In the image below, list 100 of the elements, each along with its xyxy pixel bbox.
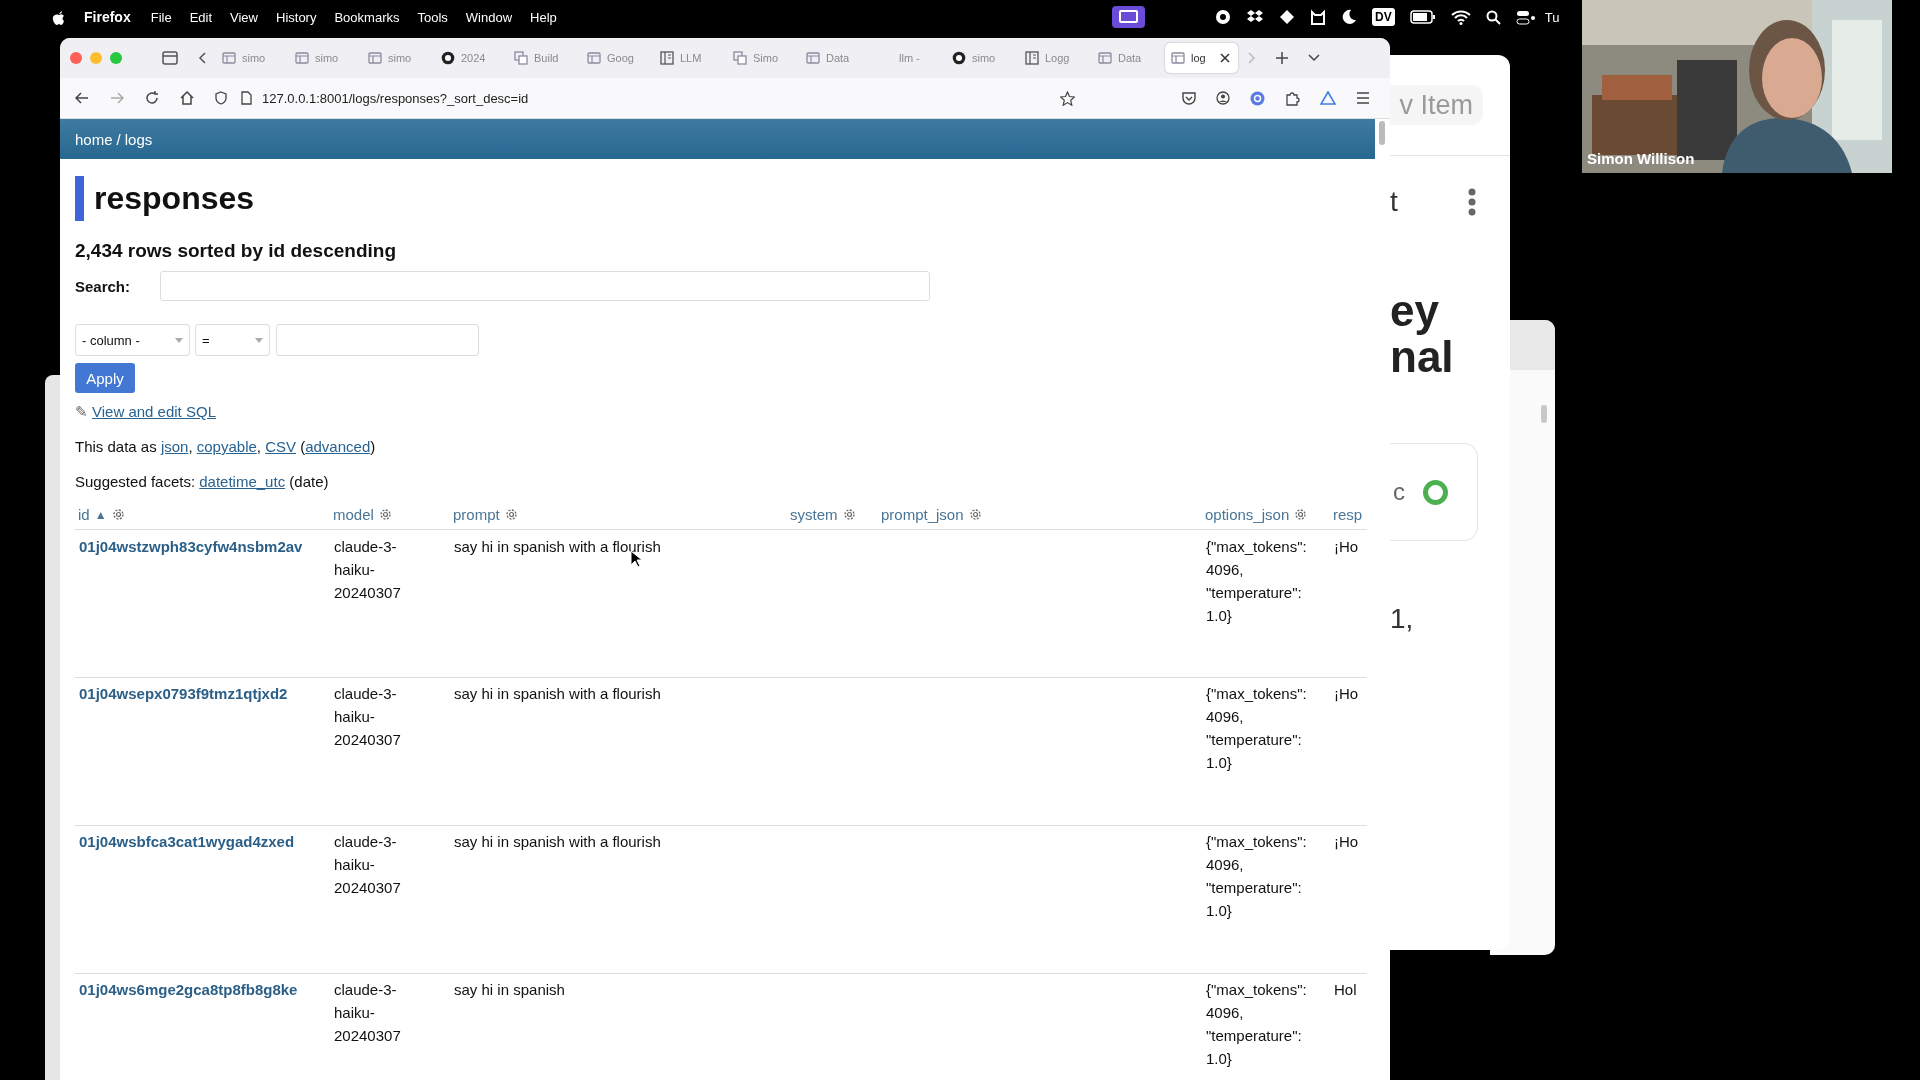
app-menu[interactable]: Firefox [84, 9, 131, 25]
breadcrumb-link[interactable]: logs [124, 130, 153, 148]
sql-link[interactable]: View and edit SQL [92, 403, 216, 420]
toggle-icon[interactable] [1515, 9, 1536, 25]
moon-icon[interactable] [1341, 9, 1357, 25]
link[interactable]: datetime_utc [199, 473, 286, 490]
table-cell: ¡Ho [1334, 538, 1359, 555]
breadcrumb-separator: / [116, 130, 121, 148]
row-id-link[interactable]: 01j04wstzwph83cyfw4nsbm2av [79, 538, 303, 555]
triangle-icon[interactable] [1320, 91, 1336, 105]
column-header[interactable]: id [78, 506, 90, 523]
tab-title: simo [388, 52, 412, 64]
extension-circle-icon[interactable] [1250, 90, 1265, 106]
tab-title: Goog [607, 52, 634, 64]
row-id-link[interactable]: 01j04wsbfca3cat1wygad4zxed [79, 833, 295, 850]
url-text: 127.0.0.1:8001/logs/responses?_sort_desc=id [262, 90, 529, 106]
column-header[interactable]: model [333, 506, 374, 523]
tab-title: Data [1118, 52, 1142, 64]
tab-title: simo [972, 52, 996, 64]
page-icon [587, 51, 601, 65]
page-icon [368, 51, 382, 65]
heading-text: ey [1390, 288, 1440, 334]
table-cell: ¡Ho [1334, 685, 1359, 702]
new-tab-icon[interactable] [1276, 52, 1288, 64]
browser-tab[interactable]: log [1165, 43, 1238, 73]
column-header[interactable]: system [790, 506, 838, 523]
page-icon [1098, 51, 1112, 65]
search-icon[interactable] [1485, 9, 1501, 25]
menu-icon[interactable] [1356, 92, 1370, 104]
account-icon[interactable] [1216, 91, 1230, 105]
bookmark-star-icon[interactable] [1060, 90, 1075, 106]
settings-icon[interactable] [1294, 508, 1308, 521]
apply-button[interactable]: Apply [75, 363, 135, 393]
diamond-icon[interactable] [1279, 9, 1295, 25]
table-cell: claude-3-haiku-20240307 [334, 538, 401, 601]
tab-title: log [1191, 52, 1206, 64]
row-id-link[interactable]: 01j04wsepx0793f9tmz1qtjxd2 [79, 685, 288, 702]
link[interactable]: copyable [196, 438, 257, 455]
battery-icon[interactable] [1409, 10, 1436, 24]
value-field[interactable] [276, 324, 479, 356]
link[interactable]: CSV [265, 438, 296, 455]
menu-item[interactable]: Help [530, 9, 557, 25]
column-header[interactable]: options_json [1205, 506, 1290, 523]
settings-icon[interactable] [968, 508, 982, 521]
menu-item[interactable]: History [276, 9, 317, 25]
table-cell: {"max_tokens": 4096, "temperature": 1.0} [1206, 833, 1307, 919]
settings-icon[interactable] [378, 508, 392, 521]
shield-icon [215, 91, 227, 105]
pocket-icon[interactable] [1182, 91, 1196, 105]
settings-icon[interactable] [504, 508, 518, 521]
column-header[interactable]: prompt_json [881, 506, 964, 523]
column-header[interactable]: resp [1333, 506, 1363, 523]
breadcrumb-link[interactable]: home [75, 130, 113, 148]
menu-item[interactable]: Bookmarks [334, 9, 400, 25]
menu-item[interactable]: Window [465, 9, 513, 25]
round-logo-icon [952, 51, 966, 65]
menu-item[interactable]: File [150, 9, 172, 25]
circle-icon[interactable] [1215, 9, 1231, 25]
tab-list-icon[interactable] [162, 51, 178, 65]
operator-select[interactable]: = [195, 324, 270, 356]
chevron-down-icon[interactable] [1308, 54, 1320, 62]
link[interactable]: json [160, 438, 189, 455]
menu-item[interactable]: View [230, 9, 258, 25]
wifi-icon[interactable] [1450, 9, 1471, 25]
back-icon[interactable] [75, 92, 89, 104]
scrollbar-thumb[interactable] [1379, 121, 1385, 145]
column-header[interactable]: prompt [453, 506, 500, 523]
page-icon [222, 51, 236, 65]
table-cell: {"max_tokens": 4096, "temperature": 1.0} [1206, 538, 1307, 624]
page-icon [295, 51, 309, 65]
close-icon[interactable] [1220, 53, 1230, 63]
reload-icon[interactable] [145, 91, 159, 105]
status-badge[interactable]: DV [1372, 8, 1395, 26]
scrollbar-thumb[interactable] [1541, 405, 1547, 423]
window-control-icon[interactable] [70, 52, 82, 64]
table-cell: Hol [1334, 981, 1357, 998]
address-bar[interactable]: 127.0.0.1:8001/logs/responses?_sort_desc=id [215, 83, 1075, 113]
menu-item[interactable]: Tools [417, 9, 448, 25]
column-select[interactable]: - column - [75, 324, 190, 356]
participant-name: Simon Willison [1587, 150, 1695, 167]
home-icon[interactable] [180, 91, 194, 105]
menu-item[interactable]: Edit [189, 9, 213, 25]
tab-title: simo [242, 52, 266, 64]
table-cell: claude-3-haiku-20240307 [334, 833, 401, 896]
chevron-left-icon[interactable] [198, 52, 206, 64]
settings-icon[interactable] [842, 508, 856, 521]
screen-share-icon[interactable] [1112, 6, 1145, 28]
row-count-heading: 2,434 rows sorted by id descending [75, 240, 397, 262]
settings-icon[interactable] [111, 508, 125, 521]
table-cell: claude-3-haiku-20240307 [334, 685, 401, 748]
puzzle-icon[interactable] [1285, 90, 1300, 106]
status-text: c [1393, 478, 1405, 506]
more-options-icon[interactable] [1467, 188, 1477, 216]
table-cell: {"max_tokens": 4096, "temperature": 1.0} [1206, 981, 1307, 1067]
apple-logo-icon [52, 8, 66, 26]
round-logo-icon [441, 51, 455, 65]
search-field[interactable] [160, 271, 930, 301]
pencil-icon: ✎ [75, 403, 88, 420]
row-id-link[interactable]: 01j04ws6mge2gca8tp8fb8g8ke [79, 981, 298, 998]
table-cell: {"max_tokens": 4096, "temperature": 1.0} [1206, 685, 1307, 771]
